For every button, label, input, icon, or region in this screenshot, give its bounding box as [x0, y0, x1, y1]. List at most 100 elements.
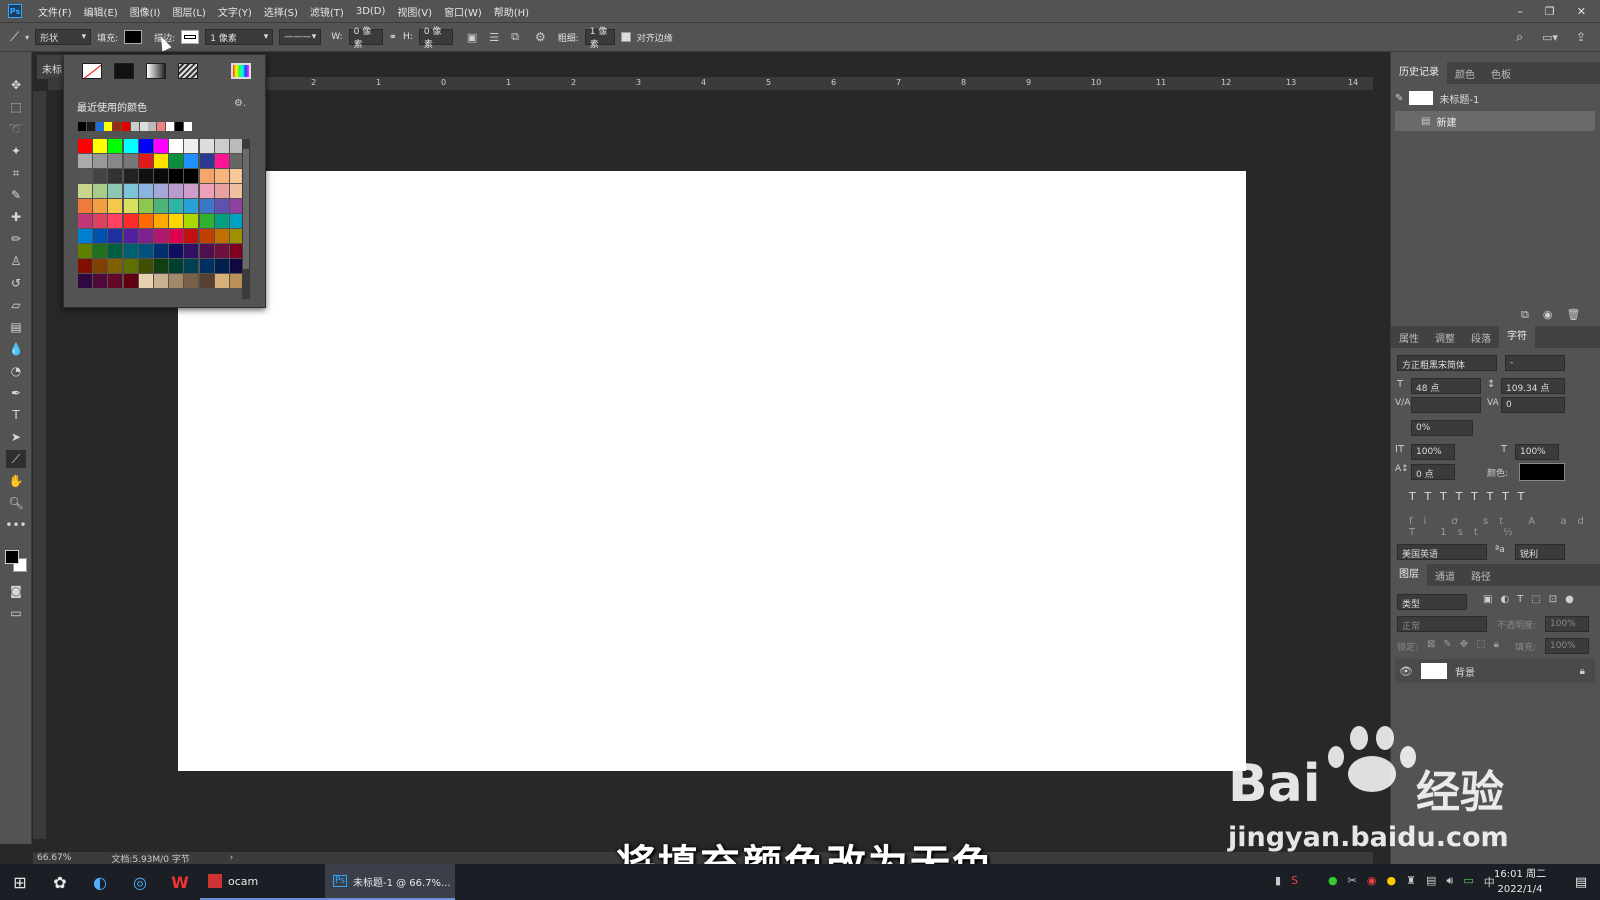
tab-layers[interactable]: 图层 — [1391, 564, 1427, 586]
gear-icon[interactable]: ⚙. — [234, 98, 246, 109]
color-swatch[interactable] — [214, 169, 229, 183]
recent-color-swatch[interactable] — [86, 122, 95, 131]
color-swatch[interactable] — [214, 184, 229, 198]
color-swatch[interactable] — [138, 184, 153, 198]
color-swatch[interactable] — [184, 139, 199, 153]
recent-color-swatch[interactable] — [183, 122, 192, 131]
shape-mode-select[interactable]: 形状 ▾ — [35, 29, 92, 45]
color-swatch[interactable] — [123, 259, 138, 273]
app-icon-2[interactable]: ◐ — [80, 864, 120, 900]
color-swatch[interactable] — [214, 229, 229, 243]
color-swatch[interactable] — [169, 184, 184, 198]
color-swatch[interactable] — [214, 274, 229, 288]
color-swatch[interactable] — [154, 154, 168, 168]
share-icon[interactable]: ⇪ — [1576, 30, 1586, 44]
color-swatch[interactable] — [169, 154, 184, 168]
blur-tool-icon[interactable]: 💧 — [6, 340, 26, 358]
clock-date[interactable]: 2022/1/4 — [1494, 882, 1546, 897]
color-swatch[interactable] — [184, 274, 199, 288]
weight-field[interactable]: 1 像素 — [584, 27, 615, 50]
color-swatch[interactable] — [108, 214, 123, 228]
tracking-field[interactable]: 0 — [1501, 397, 1565, 413]
color-swatch[interactable] — [199, 184, 214, 198]
pen-tool-icon[interactable]: ✒ — [6, 384, 26, 402]
color-swatch[interactable] — [93, 139, 108, 153]
wechat-icon[interactable]: ● — [1328, 874, 1338, 890]
tab-color[interactable]: 颜色 — [1447, 66, 1483, 81]
color-swatch[interactable] — [78, 229, 92, 243]
color-swatch[interactable] — [169, 259, 184, 273]
color-swatch[interactable] — [108, 139, 123, 153]
menu-help[interactable]: 帮助(H) — [488, 4, 535, 19]
color-swatch[interactable] — [123, 274, 138, 288]
recent-color-swatch[interactable] — [166, 122, 174, 131]
font-style-select[interactable]: - — [1505, 355, 1565, 371]
recent-color-swatch[interactable] — [148, 122, 157, 131]
color-swatch[interactable] — [78, 184, 92, 198]
fill-swatch-button[interactable] — [124, 30, 143, 44]
tray-icon-b[interactable]: S — [1291, 874, 1298, 890]
recent-color-swatch[interactable] — [104, 122, 113, 131]
color-swatch[interactable] — [184, 154, 199, 168]
color-swatch[interactable] — [184, 244, 199, 258]
color-swatch[interactable] — [123, 139, 138, 153]
color-swatch[interactable] — [214, 259, 229, 273]
color-swatch[interactable] — [93, 169, 108, 183]
color-swatch[interactable] — [214, 199, 229, 213]
color-swatch[interactable] — [138, 214, 153, 228]
color-swatch[interactable] — [199, 169, 214, 183]
color-swatch[interactable] — [108, 274, 123, 288]
screen-mode-icon[interactable]: ▭ — [6, 604, 26, 622]
tray-icon-e[interactable]: ● — [1386, 874, 1396, 890]
color-swatch[interactable] — [138, 229, 153, 243]
align-edges-checkbox[interactable] — [620, 32, 631, 42]
color-swatch[interactable] — [184, 229, 199, 243]
status-arrow-icon[interactable]: › — [230, 853, 234, 863]
text-color-swatch[interactable] — [1519, 463, 1565, 481]
width-field[interactable]: 0 像素 — [348, 27, 383, 50]
color-swatch[interactable] — [199, 244, 214, 258]
marquee-tool-icon[interactable]: ⬚ — [6, 98, 26, 116]
fill-opacity-field[interactable]: 100% — [1545, 638, 1589, 654]
lock-icons[interactable]: ⊠✎✥⬚🔒︎ — [1427, 639, 1507, 650]
recent-color-swatch[interactable] — [78, 122, 86, 131]
gear-icon[interactable]: ⚙ — [535, 30, 546, 44]
horizontal-scale-field[interactable]: 100% — [1515, 444, 1559, 460]
color-swatch[interactable] — [184, 214, 199, 228]
color-swatch[interactable] — [108, 259, 123, 273]
menu-file[interactable]: 文件(F) — [32, 4, 78, 19]
tab-channels[interactable]: 通道 — [1427, 568, 1463, 583]
menu-3d[interactable]: 3D(D) — [350, 6, 392, 17]
move-tool-icon[interactable]: ✥ — [6, 76, 26, 94]
color-swatch[interactable] — [154, 139, 168, 153]
color-swatch[interactable] — [199, 154, 214, 168]
leading-field[interactable]: 109.34 点 — [1501, 378, 1565, 394]
tab-properties[interactable]: 属性 — [1391, 330, 1427, 345]
color-swatch[interactable] — [199, 229, 214, 243]
gradient-tool-icon[interactable]: ▤ — [6, 318, 26, 336]
swatch-scrollbar[interactable] — [242, 139, 250, 299]
zoom-level[interactable]: 66.67% — [37, 853, 71, 863]
color-swatch[interactable] — [78, 169, 92, 183]
color-swatch[interactable] — [214, 244, 229, 258]
color-swatch[interactable] — [93, 244, 108, 258]
brush-tool-icon[interactable]: ✏ — [6, 230, 26, 248]
search-icon[interactable]: ⌕ — [1516, 30, 1523, 45]
recent-color-swatch[interactable] — [122, 122, 130, 131]
type-tool-icon[interactable]: T — [6, 406, 26, 424]
clock-time[interactable]: 16:01 周二 — [1494, 867, 1546, 882]
history-item-snapshot[interactable]: ✎ 未标题-1 — [1395, 88, 1595, 108]
color-swatch[interactable] — [154, 199, 168, 213]
menu-type[interactable]: 文字(Y) — [212, 4, 258, 19]
path-align-icon[interactable]: ☰ — [489, 31, 499, 44]
color-swatch[interactable] — [108, 154, 123, 168]
color-swatch[interactable] — [93, 214, 108, 228]
color-swatch[interactable] — [184, 169, 199, 183]
close-icon[interactable]: ✕ — [1577, 5, 1586, 18]
color-swatch[interactable] — [78, 199, 92, 213]
color-swatch[interactable] — [214, 214, 229, 228]
color-swatch[interactable] — [199, 214, 214, 228]
color-swatch[interactable] — [138, 154, 153, 168]
menu-edit[interactable]: 编辑(E) — [78, 4, 124, 19]
color-swatch[interactable] — [169, 139, 184, 153]
